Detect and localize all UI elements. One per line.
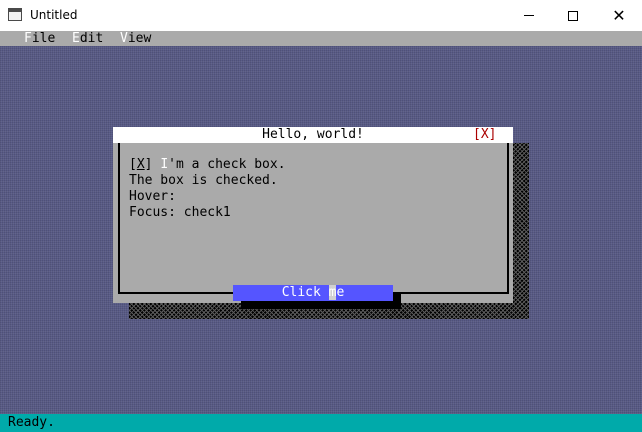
focus-text: Focus: check1 xyxy=(129,205,231,220)
dialog-titlebar[interactable]: Hello, world! [X] xyxy=(113,127,513,143)
maximize-button[interactable] xyxy=(550,0,596,31)
checkbox-label: 'm a check box. xyxy=(168,157,286,172)
app-window-icon xyxy=(8,8,22,21)
dialog-close-button[interactable]: [X] xyxy=(473,127,496,143)
minimize-icon xyxy=(524,15,534,16)
button-label-end: e xyxy=(336,285,345,300)
menu-view-hotkey: V xyxy=(120,31,128,46)
click-me-button[interactable]: Click me xyxy=(233,285,393,301)
checkbox-open-bracket: [ xyxy=(129,157,137,172)
menu-view-label: iew xyxy=(127,31,152,46)
close-window-button[interactable]: ✕ xyxy=(596,0,642,31)
check1-checkbox[interactable]: [X] I'm a check box. xyxy=(129,157,286,173)
checkbox-hotkey: I xyxy=(160,157,169,172)
terminal-desktop: File Edit View Hello, world! [X] [X] I'm… xyxy=(0,31,642,432)
menu-edit-label: dit xyxy=(79,31,104,46)
menu-edit[interactable]: Edit xyxy=(72,31,103,46)
checked-status-text: The box is checked. xyxy=(129,173,278,188)
dialog-title: Hello, world! xyxy=(262,127,364,142)
hover-text: Hover: xyxy=(129,189,176,204)
menu-edit-hotkey: E xyxy=(72,31,80,46)
checkbox-close-bracket: ] xyxy=(144,157,153,172)
menu-view[interactable]: View xyxy=(120,31,151,46)
checkbox-mark: X xyxy=(136,157,145,172)
hello-dialog: Hello, world! [X] [X] I'm a check box. T… xyxy=(113,127,513,309)
menu-file-label: ile xyxy=(31,31,56,46)
menu-file[interactable]: File xyxy=(24,31,55,46)
menu-bar: File Edit View xyxy=(0,31,642,46)
minimize-button[interactable] xyxy=(506,0,552,31)
menu-file-hotkey: F xyxy=(24,31,32,46)
button-label-start: Click xyxy=(281,285,329,300)
close-icon: ✕ xyxy=(612,5,626,25)
status-text: Ready. xyxy=(8,415,55,430)
window-title: Untitled xyxy=(30,8,78,22)
window-titlebar: Untitled ✕ xyxy=(0,0,642,32)
status-bar: Ready. xyxy=(0,414,642,432)
maximize-icon xyxy=(568,10,578,21)
